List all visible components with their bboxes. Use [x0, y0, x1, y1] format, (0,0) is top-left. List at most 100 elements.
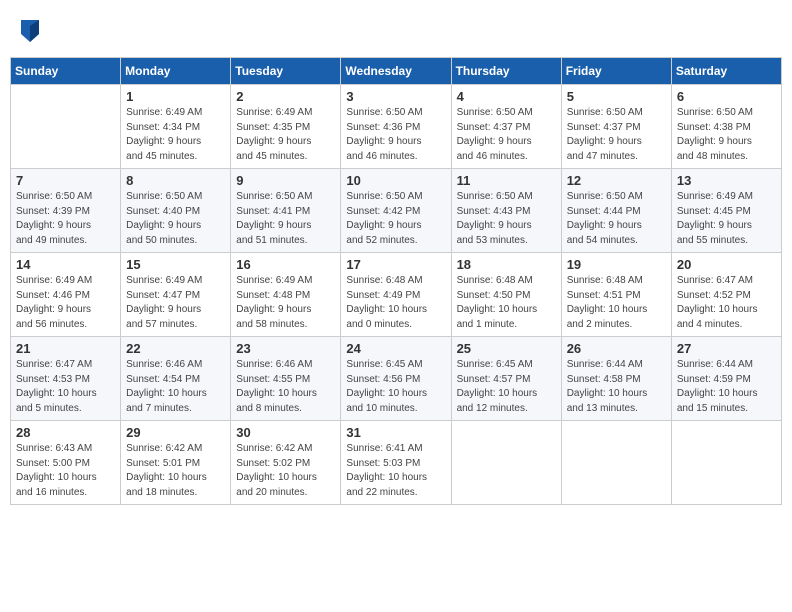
day-info: Sunrise: 6:45 AM Sunset: 4:57 PM Dayligh…: [457, 358, 556, 416]
calendar-cell: 18 Sunrise: 6:48 AM Sunset: 4:50 PM Dayli…: [451, 253, 561, 337]
day-number: 25: [457, 341, 556, 356]
day-number: 26: [567, 341, 666, 356]
day-info: Sunrise: 6:49 AM Sunset: 4:35 PM Dayligh…: [236, 106, 335, 164]
calendar-cell: 25 Sunrise: 6:45 AM Sunset: 4:57 PM Dayli…: [451, 337, 561, 421]
calendar-day-header: Monday: [121, 58, 231, 85]
calendar-cell: 10 Sunrise: 6:50 AM Sunset: 4:42 PM Dayli…: [341, 169, 451, 253]
day-number: 28: [16, 425, 115, 440]
day-number: 15: [126, 257, 225, 272]
day-number: 24: [346, 341, 445, 356]
day-number: 22: [126, 341, 225, 356]
calendar-day-header: Sunday: [11, 58, 121, 85]
calendar-cell: 9Sunrise: 6:50 AM Sunset: 4:41 PM Daylig…: [231, 169, 341, 253]
day-info: Sunrise: 6:49 AM Sunset: 4:34 PM Dayligh…: [126, 106, 225, 164]
day-info: Sunrise: 6:49 AM Sunset: 4:45 PM Dayligh…: [677, 190, 776, 248]
day-number: 11: [457, 173, 556, 188]
calendar-cell: 1 Sunrise: 6:49 AM Sunset: 4:34 PM Daylig…: [121, 85, 231, 169]
day-number: 4: [457, 89, 556, 104]
day-info: Sunrise: 6:49 AM Sunset: 4:47 PM Dayligh…: [126, 274, 225, 332]
calendar-cell: 31 Sunrise: 6:41 AM Sunset: 5:03 PM Dayli…: [341, 421, 451, 505]
day-info: Sunrise: 6:46 AM Sunset: 4:55 PM Dayligh…: [236, 358, 335, 416]
calendar-cell: 13 Sunrise: 6:49 AM Sunset: 4:45 PM Dayli…: [671, 169, 781, 253]
day-number: 19: [567, 257, 666, 272]
day-number: 2: [236, 89, 335, 104]
calendar-cell: 27 Sunrise: 6:44 AM Sunset: 4:59 PM Dayli…: [671, 337, 781, 421]
day-info: Sunrise: 6:50 AM Sunset: 4:44 PM Dayligh…: [567, 190, 666, 248]
calendar-day-header: Wednesday: [341, 58, 451, 85]
calendar-cell: [11, 85, 121, 169]
day-info: Sunrise: 6:46 AM Sunset: 4:54 PM Dayligh…: [126, 358, 225, 416]
day-number: 29: [126, 425, 225, 440]
day-info: Sunrise: 6:48 AM Sunset: 4:49 PM Dayligh…: [346, 274, 445, 332]
day-number: 14: [16, 257, 115, 272]
calendar-week-row: 1 Sunrise: 6:49 AM Sunset: 4:34 PM Daylig…: [11, 85, 782, 169]
calendar-cell: [561, 421, 671, 505]
day-number: 16: [236, 257, 335, 272]
day-number: 21: [16, 341, 115, 356]
day-info: Sunrise: 6:50 AM Sunset: 4:38 PM Dayligh…: [677, 106, 776, 164]
calendar-cell: 20 Sunrise: 6:47 AM Sunset: 4:52 PM Dayli…: [671, 253, 781, 337]
calendar-week-row: 14 Sunrise: 6:49 AM Sunset: 4:46 PM Dayli…: [11, 253, 782, 337]
day-info: Sunrise: 6:42 AM Sunset: 5:01 PM Dayligh…: [126, 442, 225, 500]
calendar-cell: 2 Sunrise: 6:49 AM Sunset: 4:35 PM Daylig…: [231, 85, 341, 169]
day-info: Sunrise: 6:50 AM Sunset: 4:41 PM Dayligh…: [236, 190, 335, 248]
calendar-table: SundayMondayTuesdayWednesdayThursdayFrid…: [10, 57, 782, 505]
day-info: Sunrise: 6:43 AM Sunset: 5:00 PM Dayligh…: [16, 442, 115, 500]
calendar-cell: 16 Sunrise: 6:49 AM Sunset: 4:48 PM Dayli…: [231, 253, 341, 337]
day-number: 1: [126, 89, 225, 104]
calendar-cell: 17Sunrise: 6:48 AM Sunset: 4:49 PM Dayli…: [341, 253, 451, 337]
day-number: 31: [346, 425, 445, 440]
day-info: Sunrise: 6:49 AM Sunset: 4:48 PM Dayligh…: [236, 274, 335, 332]
calendar-day-header: Thursday: [451, 58, 561, 85]
day-info: Sunrise: 6:45 AM Sunset: 4:56 PM Dayligh…: [346, 358, 445, 416]
logo-icon: [21, 20, 39, 42]
calendar-cell: 30 Sunrise: 6:42 AM Sunset: 5:02 PM Dayli…: [231, 421, 341, 505]
calendar-cell: 11Sunrise: 6:50 AM Sunset: 4:43 PM Dayli…: [451, 169, 561, 253]
day-info: Sunrise: 6:50 AM Sunset: 4:42 PM Dayligh…: [346, 190, 445, 248]
calendar-cell: 3Sunrise: 6:50 AM Sunset: 4:36 PM Daylig…: [341, 85, 451, 169]
day-number: 5: [567, 89, 666, 104]
day-info: Sunrise: 6:44 AM Sunset: 4:59 PM Dayligh…: [677, 358, 776, 416]
calendar-cell: 4 Sunrise: 6:50 AM Sunset: 4:37 PM Daylig…: [451, 85, 561, 169]
calendar-cell: 26 Sunrise: 6:44 AM Sunset: 4:58 PM Dayli…: [561, 337, 671, 421]
calendar-cell: 7 Sunrise: 6:50 AM Sunset: 4:39 PM Daylig…: [11, 169, 121, 253]
calendar-cell: [451, 421, 561, 505]
day-info: Sunrise: 6:50 AM Sunset: 4:40 PM Dayligh…: [126, 190, 225, 248]
calendar-cell: 6 Sunrise: 6:50 AM Sunset: 4:38 PM Daylig…: [671, 85, 781, 169]
calendar-day-header: Tuesday: [231, 58, 341, 85]
day-info: Sunrise: 6:50 AM Sunset: 4:37 PM Dayligh…: [457, 106, 556, 164]
page-header: [10, 10, 782, 52]
calendar-cell: 15 Sunrise: 6:49 AM Sunset: 4:47 PM Dayli…: [121, 253, 231, 337]
calendar-cell: 5Sunrise: 6:50 AM Sunset: 4:37 PM Daylig…: [561, 85, 671, 169]
calendar-cell: 29 Sunrise: 6:42 AM Sunset: 5:01 PM Dayli…: [121, 421, 231, 505]
calendar-cell: 24 Sunrise: 6:45 AM Sunset: 4:56 PM Dayli…: [341, 337, 451, 421]
day-info: Sunrise: 6:42 AM Sunset: 5:02 PM Dayligh…: [236, 442, 335, 500]
day-number: 7: [16, 173, 115, 188]
day-info: Sunrise: 6:47 AM Sunset: 4:52 PM Dayligh…: [677, 274, 776, 332]
day-number: 27: [677, 341, 776, 356]
calendar-week-row: 7 Sunrise: 6:50 AM Sunset: 4:39 PM Daylig…: [11, 169, 782, 253]
day-info: Sunrise: 6:48 AM Sunset: 4:50 PM Dayligh…: [457, 274, 556, 332]
calendar-cell: 21Sunrise: 6:47 AM Sunset: 4:53 PM Dayli…: [11, 337, 121, 421]
calendar-cell: 23 Sunrise: 6:46 AM Sunset: 4:55 PM Dayli…: [231, 337, 341, 421]
calendar-cell: 8 Sunrise: 6:50 AM Sunset: 4:40 PM Daylig…: [121, 169, 231, 253]
calendar-cell: 12Sunrise: 6:50 AM Sunset: 4:44 PM Dayli…: [561, 169, 671, 253]
day-number: 8: [126, 173, 225, 188]
day-info: Sunrise: 6:49 AM Sunset: 4:46 PM Dayligh…: [16, 274, 115, 332]
day-number: 23: [236, 341, 335, 356]
calendar-day-header: Saturday: [671, 58, 781, 85]
day-info: Sunrise: 6:41 AM Sunset: 5:03 PM Dayligh…: [346, 442, 445, 500]
calendar-cell: 28 Sunrise: 6:43 AM Sunset: 5:00 PM Dayli…: [11, 421, 121, 505]
day-number: 20: [677, 257, 776, 272]
day-info: Sunrise: 6:50 AM Sunset: 4:36 PM Dayligh…: [346, 106, 445, 164]
day-info: Sunrise: 6:50 AM Sunset: 4:39 PM Dayligh…: [16, 190, 115, 248]
day-number: 6: [677, 89, 776, 104]
calendar-week-row: 28 Sunrise: 6:43 AM Sunset: 5:00 PM Dayli…: [11, 421, 782, 505]
calendar-day-header: Friday: [561, 58, 671, 85]
day-number: 10: [346, 173, 445, 188]
day-number: 18: [457, 257, 556, 272]
day-info: Sunrise: 6:44 AM Sunset: 4:58 PM Dayligh…: [567, 358, 666, 416]
day-number: 30: [236, 425, 335, 440]
day-number: 13: [677, 173, 776, 188]
day-info: Sunrise: 6:48 AM Sunset: 4:51 PM Dayligh…: [567, 274, 666, 332]
